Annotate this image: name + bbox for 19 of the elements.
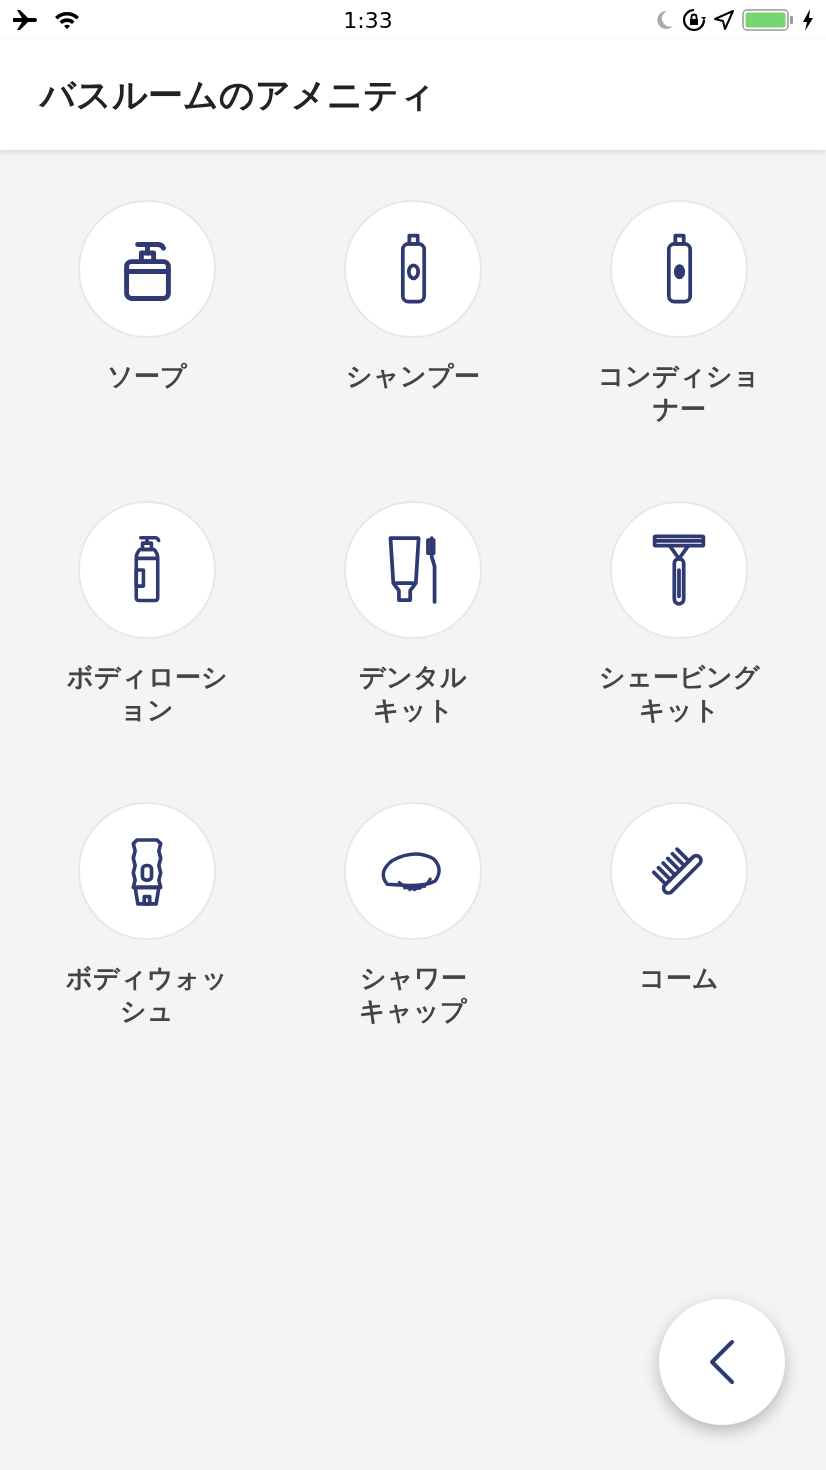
amenity-label: コーム [638,962,720,995]
location-icon [714,10,734,30]
moon-icon [656,10,674,30]
airplane-icon [12,9,38,31]
amenity-label: ボディウォッシュ [65,962,229,1028]
status-time: 1:33 [343,6,393,35]
amenity-label: シャワー キャップ [358,962,468,1028]
amenity-label: シャンプー [345,360,481,393]
charging-icon [802,9,814,31]
page-title: バスルームのアメニティ [40,74,435,116]
amenity-label: ボディローション [65,661,229,727]
wifi-icon [54,10,80,30]
amenity-label: シェービング キット [597,661,761,727]
amenity-label: コンディショナー [597,360,761,426]
amenity-label: ソープ [106,360,188,393]
back-icon [708,1339,736,1385]
battery-icon [742,8,794,32]
rotation-lock-icon [682,8,706,32]
amenity-label: デンタル キット [358,661,468,727]
